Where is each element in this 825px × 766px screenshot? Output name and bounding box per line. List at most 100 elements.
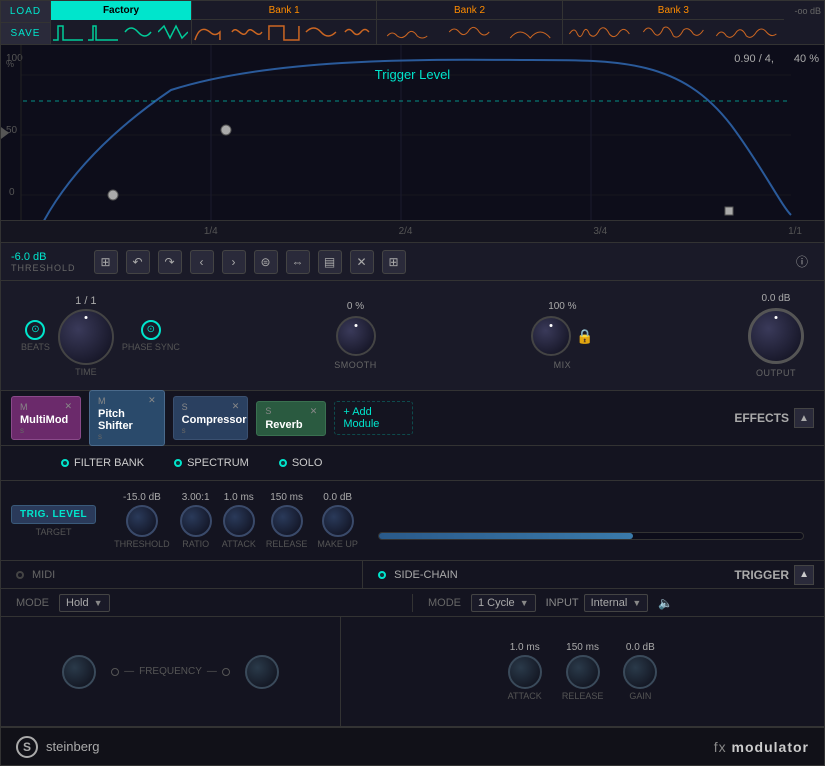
- bank1-wave-5[interactable]: [340, 20, 377, 44]
- save-button[interactable]: SAVE: [1, 23, 50, 44]
- threshold-label: THRESHOLD: [11, 263, 76, 273]
- sc-attack-label: ATTACK: [508, 691, 542, 701]
- sc-q-knob[interactable]: [245, 655, 279, 689]
- output-knob[interactable]: [748, 308, 804, 364]
- sc-release-knob[interactable]: [566, 655, 600, 689]
- main-container: LOAD SAVE Factory: [0, 0, 825, 766]
- toolbar-prev-icon[interactable]: ‹: [190, 250, 214, 274]
- add-module-button[interactable]: + Add Module: [334, 401, 412, 435]
- controls-bar: -6.0 dB THRESHOLD ⊞ ↶ ↷ ‹ › ⊜ ⇔ ▤ ✕ ⊞ ⓘ: [1, 243, 824, 281]
- smooth-label: SMOOTH: [334, 360, 377, 370]
- wave-btn-3[interactable]: [121, 20, 156, 44]
- comp-meter-bar: [378, 532, 804, 540]
- release-knob[interactable]: [271, 505, 303, 537]
- smooth-group: 0 % SMOOTH: [334, 301, 377, 370]
- load-button[interactable]: LOAD: [1, 1, 50, 23]
- sidechain-dot: [378, 571, 386, 579]
- sidechain-label: SIDE-CHAIN: [394, 569, 458, 581]
- bank2-wave-3[interactable]: [500, 20, 561, 44]
- toolbar-redo-icon[interactable]: ↷: [158, 250, 182, 274]
- reverb-module[interactable]: S✕ Reverb: [256, 401, 326, 436]
- freq-dot-icon[interactable]: [111, 668, 119, 676]
- envelope-display: 100 % 50 0 Trigger Leve: [1, 45, 824, 221]
- effects-title: EFFECTS ▲: [734, 408, 814, 428]
- bank3-wave-3[interactable]: [710, 20, 784, 44]
- wave-btn-1[interactable]: [51, 20, 86, 44]
- bank1-wave-1[interactable]: [192, 20, 229, 44]
- beats-sync-icon[interactable]: ⊙: [25, 320, 45, 340]
- toolbar-info-icon[interactable]: ⓘ: [790, 250, 814, 274]
- filter-row: FILTER BANK SPECTRUM SOLO: [1, 446, 824, 481]
- factory-tab[interactable]: Factory: [51, 1, 191, 20]
- percent-display: 40 %: [794, 53, 819, 65]
- bank2-tab[interactable]: Bank 2: [377, 1, 561, 20]
- steinberg-circle-icon: S: [16, 736, 38, 758]
- sc-freq-knob1[interactable]: [62, 655, 96, 689]
- attack-knob[interactable]: [223, 505, 255, 537]
- effects-area: M✕ MultiMod s M✕ Pitch Shifter s S✕ Comp…: [1, 391, 824, 446]
- wave-btn-4[interactable]: [156, 20, 191, 44]
- bank3-wave-1[interactable]: [563, 20, 637, 44]
- sc-attack-knob[interactable]: [508, 655, 542, 689]
- spectrum-btn[interactable]: SPECTRUM: [174, 457, 249, 469]
- phase-sync-icon[interactable]: ⊙: [141, 320, 161, 340]
- toolbar-next-icon[interactable]: ›: [222, 250, 246, 274]
- toolbar-grid-icon[interactable]: ⊞: [94, 250, 118, 274]
- toolbar-undo-icon[interactable]: ↶: [126, 250, 150, 274]
- pitch-shifter-module[interactable]: M✕ Pitch Shifter s: [89, 390, 165, 446]
- multimod-module[interactable]: M✕ MultiMod s: [11, 396, 81, 440]
- bank1-wave-3[interactable]: [266, 20, 303, 44]
- sc-gain-knob[interactable]: [623, 655, 657, 689]
- input-section: INPUT Internal ▼: [546, 594, 649, 612]
- cycle-dropdown[interactable]: 1 Cycle ▼: [471, 594, 536, 612]
- bank2-wave-1[interactable]: [377, 20, 438, 44]
- bank3-tab[interactable]: Bank 3: [563, 1, 784, 20]
- midi-dot: [16, 571, 24, 579]
- q-dot-icon[interactable]: [222, 668, 230, 676]
- ratio-knob[interactable]: [180, 505, 212, 537]
- sc-adg-section: 1.0 ms ATTACK 150 ms Release 0.0 dB GAIN: [341, 617, 824, 726]
- effects-collapse-btn[interactable]: ▲: [794, 408, 814, 428]
- bank1-wave-2[interactable]: [229, 20, 266, 44]
- bank1-wave-4[interactable]: [303, 20, 340, 44]
- toolbar-swap-icon[interactable]: ⇔: [286, 250, 310, 274]
- ratio-param: 3.00:1 RATIO: [180, 492, 212, 549]
- comp-meter-fill: [379, 533, 633, 539]
- filter-bank-btn[interactable]: FILTER BANK: [61, 457, 144, 469]
- bank1-tab[interactable]: Bank 1: [192, 1, 376, 20]
- bank2-wave-2[interactable]: [439, 20, 500, 44]
- toolbar-eq-icon[interactable]: ⊜: [254, 250, 278, 274]
- output-value: 0.0 dB: [762, 293, 791, 304]
- toolbar-close-icon[interactable]: ✕: [350, 250, 374, 274]
- sidechain-mode-section: MODE 1 Cycle ▼ INPUT Internal ▼ 🔈: [413, 594, 824, 612]
- sc-gain-group: 0.0 dB GAIN: [623, 642, 657, 701]
- hold-dropdown[interactable]: Hold ▼: [59, 594, 110, 612]
- mix-lock-icon[interactable]: 🔒: [576, 328, 593, 345]
- makeup-knob[interactable]: [322, 505, 354, 537]
- speaker-icon[interactable]: 🔈: [658, 596, 673, 610]
- timeline-quarter: 1/4: [204, 226, 218, 237]
- sc-gain-value: 0.0 dB: [626, 642, 655, 653]
- load-save-panel: LOAD SAVE: [1, 1, 51, 44]
- toolbar-list-icon[interactable]: ▤: [318, 250, 342, 274]
- trig-level-btn[interactable]: TRIG. LEVEL: [11, 505, 96, 524]
- beats-label: BEATS: [21, 342, 50, 352]
- internal-dropdown[interactable]: Internal ▼: [584, 594, 649, 612]
- fx-label: fx: [714, 739, 727, 755]
- db-infinity-label: -oo dB: [794, 6, 821, 16]
- steinberg-label: steinberg: [46, 739, 99, 754]
- sc-release-label: Release: [562, 691, 604, 701]
- solo-btn[interactable]: SOLO: [279, 457, 323, 469]
- threshold-knob[interactable]: [126, 505, 158, 537]
- threshold-value: -6.0 dB: [11, 251, 76, 263]
- mix-knob[interactable]: [531, 316, 571, 356]
- trigger-collapse-btn[interactable]: ▲: [794, 565, 814, 585]
- bank3-wave-2[interactable]: [637, 20, 711, 44]
- wave-btn-2[interactable]: [86, 20, 121, 44]
- compressor-module[interactable]: S✕ Compressor s: [173, 396, 249, 440]
- effects-right: EFFECTS ▲: [413, 408, 815, 428]
- toolbar-3d-icon[interactable]: ⊞: [382, 250, 406, 274]
- smooth-knob[interactable]: [336, 316, 376, 356]
- time-knob[interactable]: [58, 309, 114, 365]
- fx-modulator-brand: fx modulator: [714, 739, 809, 755]
